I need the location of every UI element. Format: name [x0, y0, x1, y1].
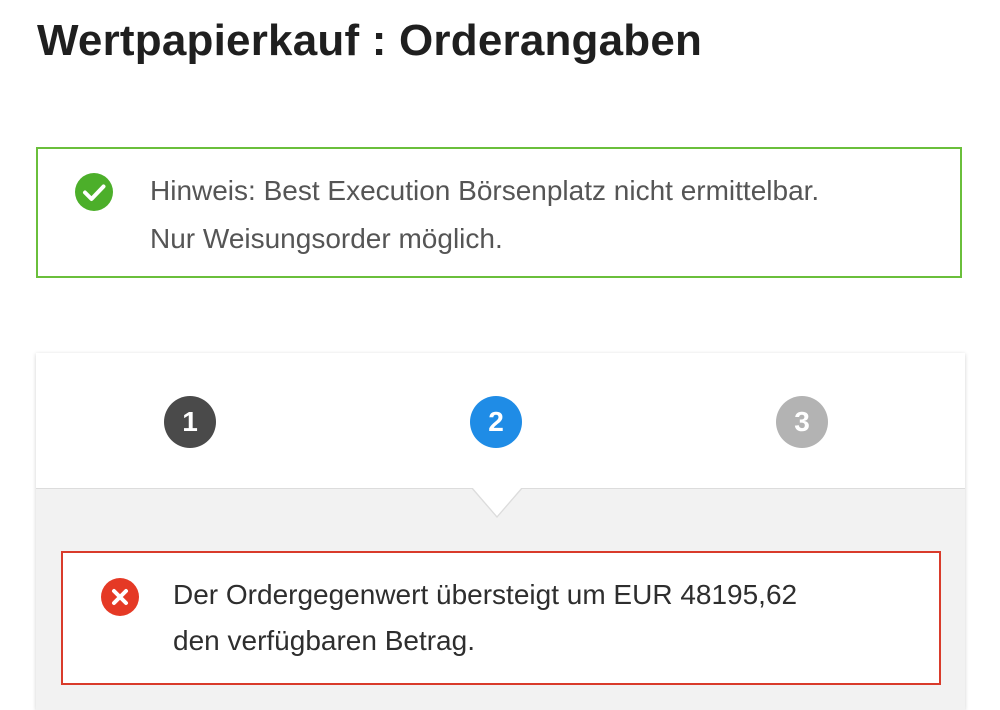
page-title: Wertpapierkauf : Orderangaben	[37, 16, 703, 65]
step-1-indicator[interactable]: 1	[164, 396, 216, 448]
step-3-indicator: 3	[776, 396, 828, 448]
order-steps-card: 1 2 3 Der Ordergegenwert übersteigt um E…	[36, 353, 965, 710]
stepper: 1 2 3	[36, 353, 965, 489]
error-line-2: den verfügbaren Betrag.	[173, 625, 475, 656]
error-line-1: Der Ordergegenwert übersteigt um EUR 481…	[173, 579, 798, 610]
notice-line-1: Hinweis: Best Execution Börsenplatz nich…	[150, 175, 820, 206]
step-2-indicator[interactable]: 2	[470, 396, 522, 448]
info-notice-box: Hinweis: Best Execution Börsenplatz nich…	[36, 147, 962, 278]
error-message-box: Der Ordergegenwert übersteigt um EUR 481…	[61, 551, 941, 685]
notice-text: Hinweis: Best Execution Börsenplatz nich…	[150, 167, 950, 263]
check-circle-icon	[74, 172, 114, 212]
error-x-circle-icon	[100, 577, 140, 617]
error-text: Der Ordergegenwert übersteigt um EUR 481…	[173, 572, 933, 664]
order-entry-page: Wertpapierkauf : Orderangaben Hinweis: B…	[0, 0, 1000, 710]
notice-line-2: Nur Weisungsorder möglich.	[150, 223, 503, 254]
